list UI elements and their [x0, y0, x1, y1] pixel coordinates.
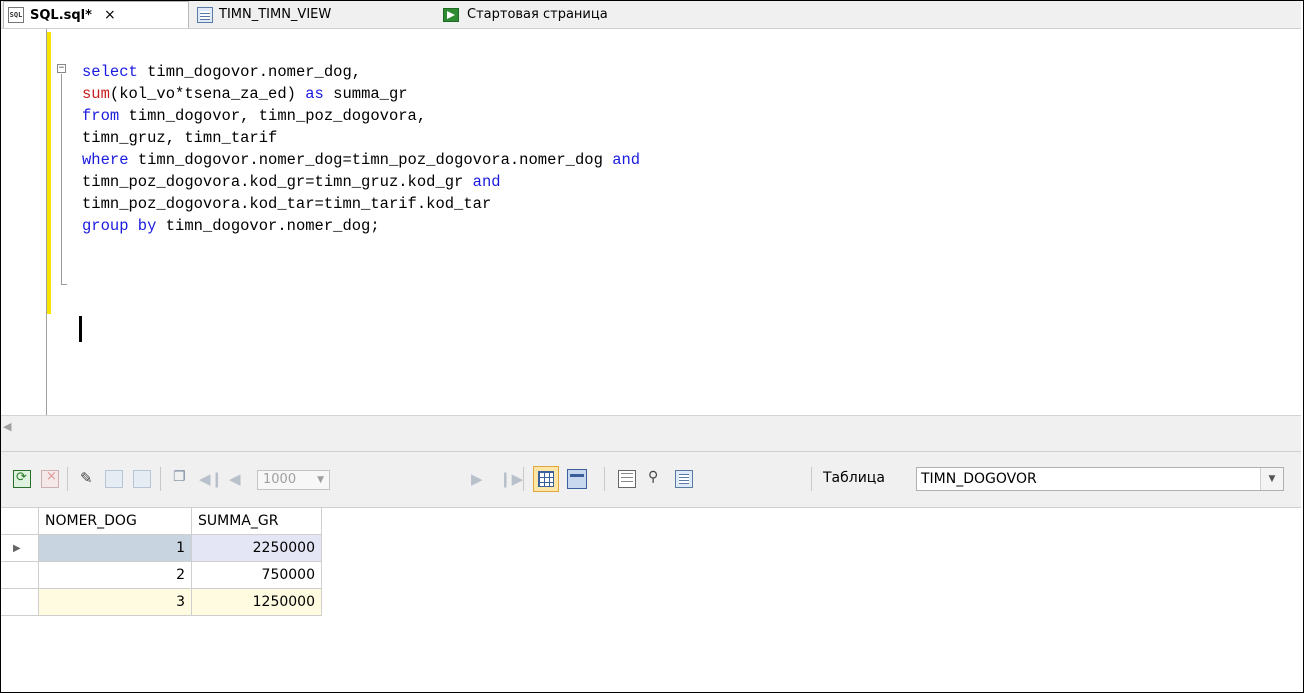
sql-token: timn_dogovor.nomer_dog, — [147, 63, 362, 81]
chevron-down-icon: ▼ — [317, 475, 324, 485]
tab-label: TIMN_TIMN_VIEW — [219, 7, 332, 22]
prev-record-icon[interactable]: ◀ — [229, 470, 241, 488]
code-line[interactable]: group by timn_dogovor.nomer_dog; — [82, 215, 640, 237]
cell-summa-gr[interactable]: 750000 — [192, 562, 322, 589]
results-grid: NOMER_DOG SUMMA_GR ▶ 1 2250000 2 750000 … — [1, 508, 1301, 691]
row-indicator[interactable] — [1, 589, 39, 616]
results-toolbar: ◀❙ ◀ 1000 ▼ ▶ ❙▶ Таблица TIMN_DOGOVOR ▼ — [1, 451, 1301, 508]
pivot-icon[interactable] — [618, 470, 636, 488]
edit-icon[interactable] — [79, 469, 97, 488]
table-select[interactable]: TIMN_DOGOVOR ▼ — [916, 467, 1284, 491]
refresh-icon[interactable] — [13, 470, 31, 488]
filter-icon[interactable] — [646, 469, 664, 488]
sql-token: timn_dogovor.nomer_dog; — [165, 217, 380, 235]
tab-label: SQL.sql* — [30, 7, 92, 23]
toolbar-separator — [523, 467, 524, 491]
sql-keyword: select — [82, 63, 148, 81]
toolbar-separator — [160, 467, 161, 491]
last-record-icon[interactable]: ❙▶ — [499, 470, 523, 488]
sql-token: timn_poz_dogovora.kod_gr=timn_gruz.kod_g… — [82, 173, 473, 191]
code-text[interactable]: select timn_dogovor.nomer_dog, sum(kol_vo… — [82, 61, 640, 237]
horizontal-scrollbar[interactable]: ◀ — [1, 415, 1301, 440]
sql-keyword: group by — [82, 217, 166, 235]
splitter[interactable] — [1, 439, 1301, 451]
post-icon[interactable] — [105, 470, 123, 488]
code-line[interactable]: select timn_dogovor.nomer_dog, — [82, 61, 640, 83]
row-indicator-header — [1, 508, 39, 535]
close-icon[interactable]: × — [104, 7, 116, 23]
tab-label: Стартовая страница — [467, 7, 608, 22]
table-view-icon — [197, 6, 213, 23]
table-select-value: TIMN_DOGOVOR — [921, 471, 1037, 487]
code-line[interactable]: where timn_dogovor.nomer_dog=timn_poz_do… — [82, 149, 640, 171]
export-icon[interactable] — [675, 470, 693, 488]
form-view-icon[interactable] — [567, 469, 587, 489]
table-label: Таблица — [823, 470, 885, 486]
toolbar-separator — [67, 467, 68, 491]
sql-editor[interactable]: − select timn_dogovor.nomer_dog, sum(kol_… — [1, 29, 1301, 415]
sql-token: timn_dogovor, timn_poz_dogovora, — [128, 107, 427, 125]
sql-keyword: where — [82, 151, 138, 169]
sql-token: timn_gruz, timn_tarif — [82, 129, 278, 147]
first-record-icon[interactable]: ◀❙ — [199, 470, 223, 488]
start-page-icon — [443, 7, 459, 22]
chevron-down-icon[interactable]: ▼ — [1260, 468, 1283, 490]
sql-keyword: and — [612, 151, 641, 169]
sql-file-icon: SQL — [8, 7, 24, 23]
modified-lines-marker — [47, 32, 51, 314]
cell-nomer-dog[interactable]: 1 — [39, 535, 192, 562]
table-row[interactable]: 2 750000 — [1, 562, 322, 589]
table-row[interactable]: 3 1250000 — [1, 589, 322, 616]
row-indicator[interactable]: ▶ — [1, 535, 39, 562]
text-caret — [79, 316, 82, 342]
code-line[interactable]: timn_poz_dogovora.kod_tar=timn_tarif.kod… — [82, 193, 640, 215]
cell-nomer-dog[interactable]: 2 — [39, 562, 192, 589]
row-indicator[interactable] — [1, 562, 39, 589]
next-record-icon[interactable]: ▶ — [471, 470, 483, 488]
column-header-summa-gr[interactable]: SUMMA_GR — [192, 508, 322, 535]
scroll-left-icon[interactable]: ◀ — [3, 420, 11, 433]
current-row-icon: ▶ — [13, 543, 21, 554]
sql-keyword: and — [472, 173, 501, 191]
grid-view-icon[interactable] — [533, 466, 559, 492]
fold-guide — [61, 74, 62, 284]
fold-guide-end — [61, 284, 67, 285]
cancel-icon[interactable] — [41, 469, 59, 488]
tab-timn-timn-view[interactable]: TIMN_TIMN_VIEW — [191, 1, 331, 28]
sql-keyword: as — [305, 85, 324, 103]
fold-toggle-icon[interactable]: − — [57, 64, 66, 73]
cell-summa-gr[interactable]: 2250000 — [192, 535, 322, 562]
code-line[interactable]: from timn_dogovor, timn_poz_dogovora, — [82, 105, 640, 127]
sql-function: sum — [82, 85, 110, 103]
tab-strip: SQL SQL.sql* × TIMN_TIMN_VIEW Стартовая … — [1, 1, 1301, 29]
toolbar-separator — [604, 467, 605, 491]
sql-token: timn_poz_dogovora.kod_tar=timn_tarif.kod… — [82, 195, 492, 213]
cancel-edit-icon[interactable] — [133, 470, 151, 488]
row-limit-value: 1000 — [263, 472, 297, 487]
cell-summa-gr[interactable]: 1250000 — [192, 589, 322, 616]
cell-nomer-dog[interactable]: 3 — [39, 589, 192, 616]
sql-keyword: from — [82, 107, 129, 125]
table-row[interactable]: ▶ 1 2250000 — [1, 535, 322, 562]
code-line[interactable]: sum(kol_vo*tsena_za_ed) as summa_gr — [82, 83, 640, 105]
code-line[interactable]: timn_poz_dogovora.kod_gr=timn_gruz.kod_g… — [82, 171, 640, 193]
grid-header-row: NOMER_DOG SUMMA_GR — [1, 508, 322, 535]
copy-icon[interactable] — [172, 469, 190, 488]
row-limit-select[interactable]: 1000 ▼ — [257, 470, 330, 490]
tab-start-page[interactable]: Стартовая страница — [437, 1, 608, 28]
column-header-nomer-dog[interactable]: NOMER_DOG — [39, 508, 192, 535]
toolbar-separator — [811, 467, 812, 491]
sql-token: (kol_vo*tsena_za_ed) — [109, 85, 306, 103]
sql-token: summa_gr — [323, 85, 408, 103]
tab-sql-file[interactable]: SQL SQL.sql* × — [3, 1, 189, 28]
code-line[interactable]: timn_gruz, timn_tarif — [82, 127, 640, 149]
sql-token: timn_dogovor.nomer_dog=timn_poz_dogovora… — [137, 151, 613, 169]
